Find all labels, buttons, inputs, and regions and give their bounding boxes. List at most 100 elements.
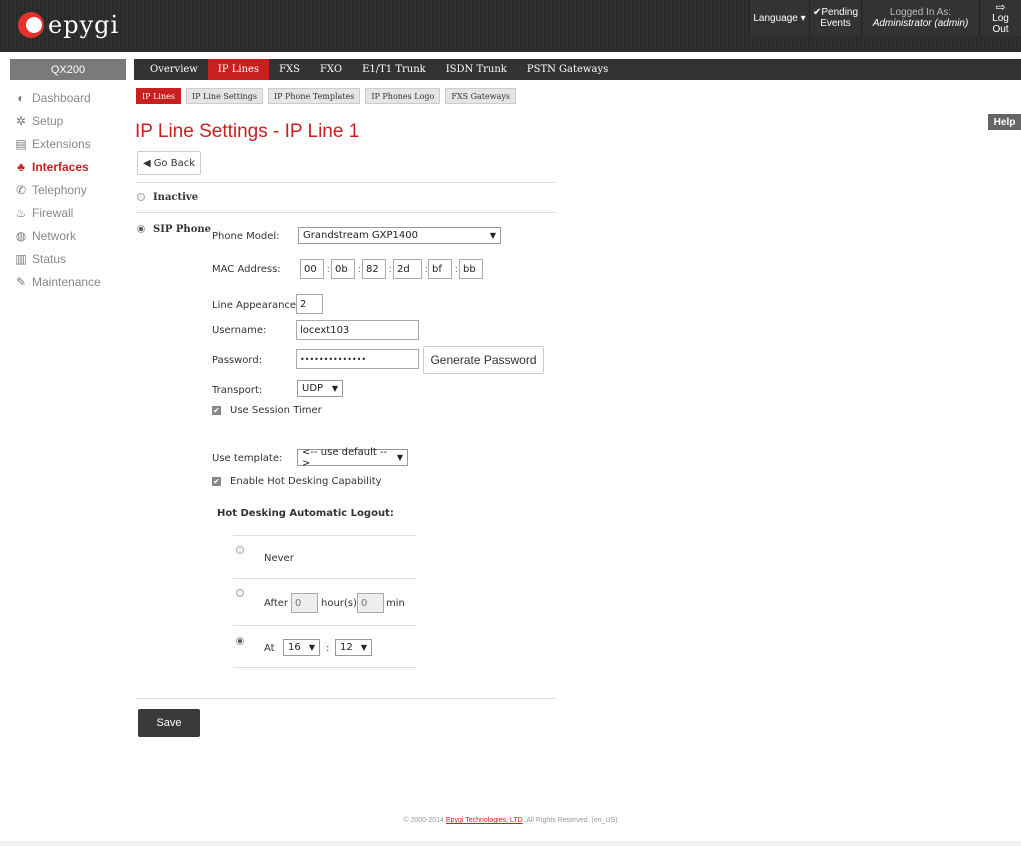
transport-label: Transport: bbox=[212, 385, 263, 396]
line-appearance-label: Line Appearance: bbox=[212, 300, 300, 311]
logout-icon: ⇨ bbox=[995, 0, 1006, 14]
epygi-logo[interactable]: epygi bbox=[18, 10, 119, 40]
sidebar-item-status[interactable]: ▥ Status bbox=[10, 247, 126, 270]
transport-value: UDP bbox=[302, 383, 324, 394]
inactive-label: Inactive bbox=[153, 192, 199, 203]
at-radio[interactable] bbox=[236, 637, 244, 645]
caret-down-icon: ▼ bbox=[308, 643, 315, 652]
divider bbox=[136, 212, 556, 213]
after-min-input[interactable]: 0 bbox=[357, 593, 384, 613]
sidebar-item-dashboard[interactable]: ◐ Dashboard bbox=[10, 86, 126, 109]
sidebar-item-label: Dashboard bbox=[32, 90, 91, 105]
sidebar-item-extensions[interactable]: ▤ Extensions bbox=[10, 132, 126, 155]
sidebar-item-label: Network bbox=[32, 228, 77, 243]
at-minute-select[interactable]: 12 ▼ bbox=[335, 639, 372, 656]
use-template-value: <-- use default --> bbox=[302, 446, 388, 469]
sidebar-item-interfaces[interactable]: ♣ Interfaces bbox=[10, 155, 126, 178]
sidebar-item-maintenance[interactable]: ✎ Maintenance bbox=[10, 270, 126, 293]
enable-hot-desking-checkbox[interactable]: ✔ bbox=[212, 477, 221, 486]
sip-phone-radio[interactable] bbox=[137, 225, 145, 233]
mac-octet-2-input[interactable]: 0b bbox=[331, 259, 355, 279]
caret-down-icon: ▼ bbox=[396, 453, 403, 462]
sub-tabs: IP Lines IP Line Settings IP Phone Templ… bbox=[136, 88, 516, 104]
subtab-ip-lines[interactable]: IP Lines bbox=[136, 88, 181, 104]
mac-octet-1-input[interactable]: 00 bbox=[300, 259, 324, 279]
language-label: Language bbox=[753, 12, 798, 24]
line-appearance-input[interactable]: 2 bbox=[296, 294, 323, 314]
mac-separator: : bbox=[327, 264, 330, 274]
main-tabs: Overview IP Lines FXS FXO E1/T1 Trunk IS… bbox=[134, 59, 1021, 80]
mac-separator: : bbox=[455, 264, 458, 274]
footer: © 2000-2014 Epygi Technologies, LTD. All… bbox=[0, 817, 1021, 824]
use-session-timer-label: Use Session Timer bbox=[230, 405, 322, 416]
tab-overview[interactable]: Overview bbox=[140, 59, 208, 80]
generate-password-button[interactable]: Generate Password bbox=[423, 346, 544, 374]
divider bbox=[233, 667, 416, 668]
subtab-ip-phone-templates[interactable]: IP Phone Templates bbox=[267, 88, 361, 104]
never-radio[interactable] bbox=[236, 546, 244, 554]
tab-isdn-trunk[interactable]: ISDN Trunk bbox=[436, 59, 517, 80]
never-label: Never bbox=[264, 553, 294, 564]
divider bbox=[233, 578, 416, 579]
tab-pstn-gateways[interactable]: PSTN Gateways bbox=[517, 59, 618, 80]
wrench-icon: ✎ bbox=[15, 274, 27, 289]
sidebar-item-network[interactable]: ◍ Network bbox=[10, 224, 126, 247]
sidebar-item-label: Setup bbox=[32, 113, 64, 128]
hot-desking-title: Hot Desking Automatic Logout: bbox=[217, 508, 394, 519]
username-label: Username: bbox=[212, 325, 267, 336]
caret-down-icon: ▼ bbox=[360, 643, 367, 652]
inactive-radio[interactable] bbox=[137, 193, 145, 201]
bottom-edge bbox=[0, 841, 1021, 846]
tab-e1-t1-trunk[interactable]: E1/T1 Trunk bbox=[352, 59, 436, 80]
username-input[interactable]: locext103 bbox=[296, 320, 419, 340]
after-radio[interactable] bbox=[236, 589, 244, 597]
footer-company-link[interactable]: Epygi Technologies, LTD bbox=[446, 817, 523, 824]
password-input[interactable]: •••••••••••••• bbox=[296, 349, 419, 369]
pending-events-button[interactable]: ✔Pending Events bbox=[809, 0, 861, 36]
language-dropdown[interactable]: Language ▾ bbox=[749, 0, 809, 36]
phone-model-select[interactable]: Grandstream GXP1400 ▼ bbox=[298, 227, 501, 244]
events-label: Events bbox=[820, 18, 851, 29]
transport-select[interactable]: UDP ▼ bbox=[297, 380, 343, 397]
use-template-select[interactable]: <-- use default --> ▼ bbox=[297, 446, 408, 469]
top-right-controls: Language ▾ ✔Pending Events Logged In As:… bbox=[749, 0, 1021, 36]
save-button[interactable]: Save bbox=[138, 709, 200, 737]
help-button[interactable]: Help bbox=[988, 114, 1021, 130]
dashboard-icon: ◐ bbox=[17, 90, 25, 105]
logged-in-label: Logged In As: bbox=[889, 7, 952, 18]
divider bbox=[136, 182, 556, 183]
tab-fxo[interactable]: FXO bbox=[310, 59, 352, 80]
mac-octet-5-input[interactable]: bf bbox=[428, 259, 452, 279]
sidebar-item-label: Interfaces bbox=[32, 159, 89, 174]
subtab-ip-line-settings[interactable]: IP Line Settings bbox=[185, 88, 263, 104]
use-session-timer-checkbox[interactable]: ✔ bbox=[212, 406, 221, 415]
at-hour-select[interactable]: 16 ▼ bbox=[283, 639, 320, 656]
subtab-ip-phones-logo[interactable]: IP Phones Logo bbox=[365, 88, 441, 104]
logout-button[interactable]: ⇨ Log Out bbox=[979, 0, 1021, 36]
caret-down-icon: ▼ bbox=[331, 384, 338, 393]
at-label: At bbox=[264, 643, 275, 654]
hours-unit-label: hour(s) bbox=[321, 598, 357, 609]
top-bar: epygi Language ▾ ✔Pending Events Logged … bbox=[0, 0, 1021, 52]
go-back-button[interactable]: ◀ Go Back bbox=[137, 151, 201, 175]
footer-rights: . All Rights Reserved. (en_US) bbox=[522, 817, 618, 824]
caret-down-icon: ▼ bbox=[489, 231, 496, 240]
tab-ip-lines[interactable]: IP Lines bbox=[207, 59, 270, 80]
password-label: Password: bbox=[212, 355, 263, 366]
use-template-label: Use template: bbox=[212, 453, 283, 464]
sidebar-item-firewall[interactable]: ♨ Firewall bbox=[10, 201, 126, 224]
mac-octet-4-input[interactable]: 2d bbox=[393, 259, 422, 279]
mac-octet-3-input[interactable]: 82 bbox=[362, 259, 386, 279]
sidebar-item-setup[interactable]: ✲ Setup bbox=[10, 109, 126, 132]
sidebar-item-telephony[interactable]: ✆ Telephony bbox=[10, 178, 126, 201]
tab-fxs[interactable]: FXS bbox=[269, 59, 310, 80]
time-separator: : bbox=[326, 643, 330, 654]
go-back-label: Go Back bbox=[153, 157, 196, 169]
divider bbox=[136, 698, 556, 699]
subtab-fxs-gateways[interactable]: FXS Gateways bbox=[445, 88, 516, 104]
mac-octet-6-input[interactable]: bb bbox=[459, 259, 483, 279]
pending-label: Pending bbox=[821, 7, 859, 18]
logout-label: Log Out bbox=[992, 12, 1009, 35]
after-hours-input[interactable]: 0 bbox=[291, 593, 318, 613]
phone-model-label: Phone Model: bbox=[212, 231, 280, 242]
